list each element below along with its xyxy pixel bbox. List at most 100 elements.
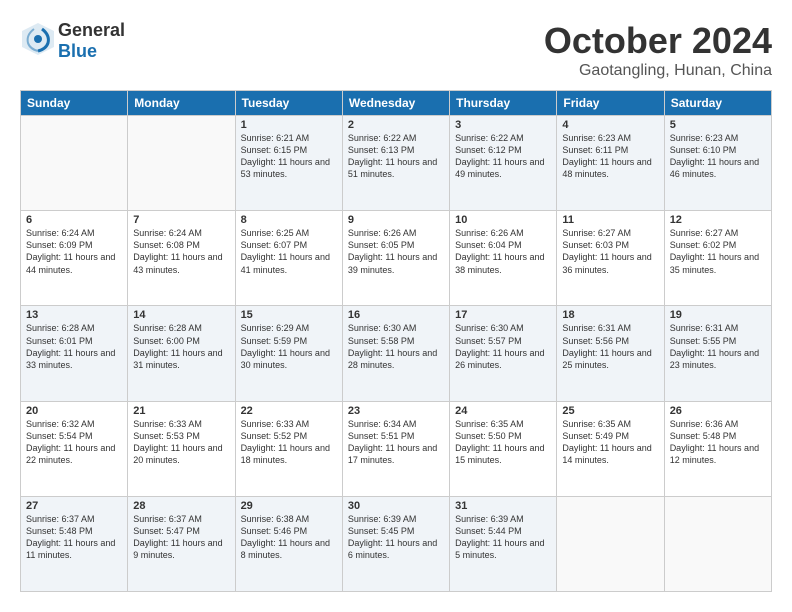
day-info: Sunrise: 6:31 AMSunset: 5:55 PMDaylight:… — [670, 322, 766, 371]
calendar-cell: 7Sunrise: 6:24 AMSunset: 6:08 PMDaylight… — [128, 211, 235, 306]
day-number: 22 — [241, 405, 337, 417]
calendar-cell — [128, 116, 235, 211]
day-number: 9 — [348, 214, 444, 226]
col-tuesday: Tuesday — [235, 91, 342, 116]
calendar-cell: 17Sunrise: 6:30 AMSunset: 5:57 PMDayligh… — [450, 306, 557, 401]
day-info: Sunrise: 6:34 AMSunset: 5:51 PMDaylight:… — [348, 418, 444, 467]
calendar-cell: 21Sunrise: 6:33 AMSunset: 5:53 PMDayligh… — [128, 401, 235, 496]
day-info: Sunrise: 6:39 AMSunset: 5:45 PMDaylight:… — [348, 513, 444, 562]
day-number: 24 — [455, 405, 551, 417]
col-friday: Friday — [557, 91, 664, 116]
day-number: 11 — [562, 214, 658, 226]
day-number: 5 — [670, 119, 766, 131]
calendar-cell: 1Sunrise: 6:21 AMSunset: 6:15 PMDaylight… — [235, 116, 342, 211]
calendar-cell: 30Sunrise: 6:39 AMSunset: 5:45 PMDayligh… — [342, 496, 449, 591]
day-number: 28 — [133, 500, 229, 512]
day-info: Sunrise: 6:24 AMSunset: 6:08 PMDaylight:… — [133, 227, 229, 276]
day-number: 2 — [348, 119, 444, 131]
day-number: 20 — [26, 405, 122, 417]
calendar-cell — [21, 116, 128, 211]
calendar-cell: 28Sunrise: 6:37 AMSunset: 5:47 PMDayligh… — [128, 496, 235, 591]
day-info: Sunrise: 6:36 AMSunset: 5:48 PMDaylight:… — [670, 418, 766, 467]
day-number: 26 — [670, 405, 766, 417]
day-info: Sunrise: 6:28 AMSunset: 6:00 PMDaylight:… — [133, 322, 229, 371]
calendar-page: General Blue October 2024 Gaotangling, H… — [0, 0, 792, 612]
logo: General Blue — [20, 20, 125, 62]
calendar-cell: 31Sunrise: 6:39 AMSunset: 5:44 PMDayligh… — [450, 496, 557, 591]
day-number: 1 — [241, 119, 337, 131]
calendar-header-row: Sunday Monday Tuesday Wednesday Thursday… — [21, 91, 772, 116]
calendar-week-row: 6Sunrise: 6:24 AMSunset: 6:09 PMDaylight… — [21, 211, 772, 306]
calendar-cell: 22Sunrise: 6:33 AMSunset: 5:52 PMDayligh… — [235, 401, 342, 496]
calendar-week-row: 27Sunrise: 6:37 AMSunset: 5:48 PMDayligh… — [21, 496, 772, 591]
day-number: 18 — [562, 309, 658, 321]
location: Gaotangling, Hunan, China — [544, 62, 772, 80]
day-number: 10 — [455, 214, 551, 226]
calendar-cell: 29Sunrise: 6:38 AMSunset: 5:46 PMDayligh… — [235, 496, 342, 591]
calendar-cell: 10Sunrise: 6:26 AMSunset: 6:04 PMDayligh… — [450, 211, 557, 306]
day-number: 29 — [241, 500, 337, 512]
title-block: October 2024 Gaotangling, Hunan, China — [544, 20, 772, 80]
calendar-cell: 2Sunrise: 6:22 AMSunset: 6:13 PMDaylight… — [342, 116, 449, 211]
day-info: Sunrise: 6:33 AMSunset: 5:52 PMDaylight:… — [241, 418, 337, 467]
day-info: Sunrise: 6:38 AMSunset: 5:46 PMDaylight:… — [241, 513, 337, 562]
calendar-cell: 16Sunrise: 6:30 AMSunset: 5:58 PMDayligh… — [342, 306, 449, 401]
day-info: Sunrise: 6:35 AMSunset: 5:49 PMDaylight:… — [562, 418, 658, 467]
calendar-cell: 24Sunrise: 6:35 AMSunset: 5:50 PMDayligh… — [450, 401, 557, 496]
day-info: Sunrise: 6:27 AMSunset: 6:03 PMDaylight:… — [562, 227, 658, 276]
calendar-cell: 13Sunrise: 6:28 AMSunset: 6:01 PMDayligh… — [21, 306, 128, 401]
day-number: 15 — [241, 309, 337, 321]
day-info: Sunrise: 6:37 AMSunset: 5:47 PMDaylight:… — [133, 513, 229, 562]
day-info: Sunrise: 6:22 AMSunset: 6:12 PMDaylight:… — [455, 132, 551, 181]
calendar-cell: 18Sunrise: 6:31 AMSunset: 5:56 PMDayligh… — [557, 306, 664, 401]
day-number: 8 — [241, 214, 337, 226]
logo-icon — [20, 21, 56, 57]
day-info: Sunrise: 6:39 AMSunset: 5:44 PMDaylight:… — [455, 513, 551, 562]
logo-general: General — [58, 20, 125, 41]
day-info: Sunrise: 6:21 AMSunset: 6:15 PMDaylight:… — [241, 132, 337, 181]
calendar-cell: 12Sunrise: 6:27 AMSunset: 6:02 PMDayligh… — [664, 211, 771, 306]
calendar-cell: 23Sunrise: 6:34 AMSunset: 5:51 PMDayligh… — [342, 401, 449, 496]
calendar-cell: 11Sunrise: 6:27 AMSunset: 6:03 PMDayligh… — [557, 211, 664, 306]
calendar-cell: 6Sunrise: 6:24 AMSunset: 6:09 PMDaylight… — [21, 211, 128, 306]
day-number: 14 — [133, 309, 229, 321]
day-info: Sunrise: 6:23 AMSunset: 6:11 PMDaylight:… — [562, 132, 658, 181]
calendar-cell: 3Sunrise: 6:22 AMSunset: 6:12 PMDaylight… — [450, 116, 557, 211]
day-info: Sunrise: 6:22 AMSunset: 6:13 PMDaylight:… — [348, 132, 444, 181]
day-info: Sunrise: 6:37 AMSunset: 5:48 PMDaylight:… — [26, 513, 122, 562]
day-number: 31 — [455, 500, 551, 512]
calendar-cell: 9Sunrise: 6:26 AMSunset: 6:05 PMDaylight… — [342, 211, 449, 306]
day-info: Sunrise: 6:35 AMSunset: 5:50 PMDaylight:… — [455, 418, 551, 467]
day-info: Sunrise: 6:29 AMSunset: 5:59 PMDaylight:… — [241, 322, 337, 371]
day-number: 21 — [133, 405, 229, 417]
day-info: Sunrise: 6:30 AMSunset: 5:58 PMDaylight:… — [348, 322, 444, 371]
day-info: Sunrise: 6:27 AMSunset: 6:02 PMDaylight:… — [670, 227, 766, 276]
day-info: Sunrise: 6:26 AMSunset: 6:05 PMDaylight:… — [348, 227, 444, 276]
logo-blue: Blue — [58, 41, 125, 62]
col-monday: Monday — [128, 91, 235, 116]
day-number: 7 — [133, 214, 229, 226]
calendar-cell: 8Sunrise: 6:25 AMSunset: 6:07 PMDaylight… — [235, 211, 342, 306]
day-info: Sunrise: 6:31 AMSunset: 5:56 PMDaylight:… — [562, 322, 658, 371]
day-info: Sunrise: 6:24 AMSunset: 6:09 PMDaylight:… — [26, 227, 122, 276]
calendar-cell: 26Sunrise: 6:36 AMSunset: 5:48 PMDayligh… — [664, 401, 771, 496]
calendar-week-row: 1Sunrise: 6:21 AMSunset: 6:15 PMDaylight… — [21, 116, 772, 211]
day-number: 3 — [455, 119, 551, 131]
day-number: 6 — [26, 214, 122, 226]
calendar-cell: 4Sunrise: 6:23 AMSunset: 6:11 PMDaylight… — [557, 116, 664, 211]
day-info: Sunrise: 6:32 AMSunset: 5:54 PMDaylight:… — [26, 418, 122, 467]
day-number: 13 — [26, 309, 122, 321]
calendar-cell: 27Sunrise: 6:37 AMSunset: 5:48 PMDayligh… — [21, 496, 128, 591]
day-info: Sunrise: 6:28 AMSunset: 6:01 PMDaylight:… — [26, 322, 122, 371]
month-title: October 2024 — [544, 20, 772, 62]
col-saturday: Saturday — [664, 91, 771, 116]
page-header: General Blue October 2024 Gaotangling, H… — [20, 20, 772, 80]
col-thursday: Thursday — [450, 91, 557, 116]
calendar-cell — [557, 496, 664, 591]
day-number: 23 — [348, 405, 444, 417]
col-sunday: Sunday — [21, 91, 128, 116]
calendar-week-row: 13Sunrise: 6:28 AMSunset: 6:01 PMDayligh… — [21, 306, 772, 401]
calendar-table: Sunday Monday Tuesday Wednesday Thursday… — [20, 90, 772, 592]
day-info: Sunrise: 6:26 AMSunset: 6:04 PMDaylight:… — [455, 227, 551, 276]
day-info: Sunrise: 6:30 AMSunset: 5:57 PMDaylight:… — [455, 322, 551, 371]
